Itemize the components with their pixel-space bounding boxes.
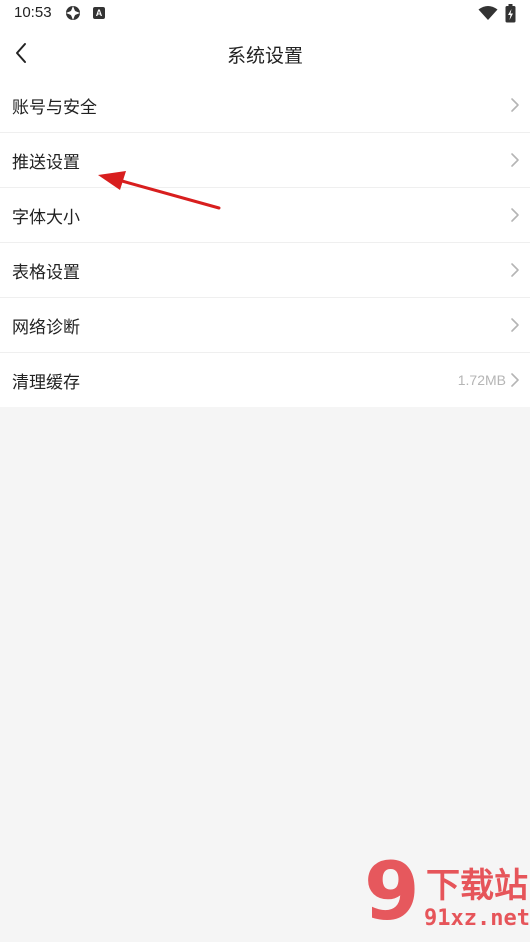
chevron-right-icon bbox=[511, 153, 519, 167]
chevron-right-icon bbox=[511, 318, 519, 332]
app-notification-icon bbox=[66, 6, 80, 20]
settings-item-push-settings[interactable]: 推送设置 bbox=[0, 133, 530, 188]
settings-item-table-settings[interactable]: 表格设置 bbox=[0, 243, 530, 298]
chevron-right-icon bbox=[511, 98, 519, 112]
settings-list: 账号与安全 推送设置 字体大小 表格设置 网络诊断 清理缓存 1.72MB bbox=[0, 78, 530, 407]
page-title: 系统设置 bbox=[226, 45, 303, 67]
status-bar: 10:53 A bbox=[0, 0, 530, 28]
wifi-icon bbox=[478, 6, 498, 20]
chevron-right-icon bbox=[511, 208, 519, 222]
settings-item-label: 账号与安全 bbox=[12, 97, 97, 118]
settings-item-clear-cache[interactable]: 清理缓存 1.72MB bbox=[0, 353, 530, 407]
battery-charging-icon bbox=[505, 4, 516, 23]
settings-item-account-security[interactable]: 账号与安全 bbox=[0, 78, 530, 133]
settings-item-label: 推送设置 bbox=[12, 152, 80, 173]
watermark-logo: 9 下载站 91xz.net bbox=[364, 852, 530, 942]
watermark-title: 下载站 bbox=[426, 866, 528, 906]
chevron-right-icon bbox=[511, 263, 519, 277]
keyboard-icon: A bbox=[93, 7, 105, 19]
settings-item-network-diagnosis[interactable]: 网络诊断 bbox=[0, 298, 530, 353]
watermark-logo-digit: 9 bbox=[364, 845, 420, 938]
settings-item-label: 表格设置 bbox=[12, 262, 80, 283]
header-bar: 系统设置 bbox=[0, 28, 530, 78]
status-time: 10:53 bbox=[14, 4, 52, 21]
settings-item-label: 清理缓存 bbox=[12, 372, 80, 393]
settings-item-label: 字体大小 bbox=[12, 207, 80, 228]
settings-item-font-size[interactable]: 字体大小 bbox=[0, 188, 530, 243]
chevron-right-icon bbox=[511, 373, 519, 387]
cache-size-value: 1.72MB bbox=[457, 372, 506, 388]
settings-item-label: 网络诊断 bbox=[12, 317, 80, 338]
watermark-url: 91xz.net bbox=[424, 906, 530, 931]
